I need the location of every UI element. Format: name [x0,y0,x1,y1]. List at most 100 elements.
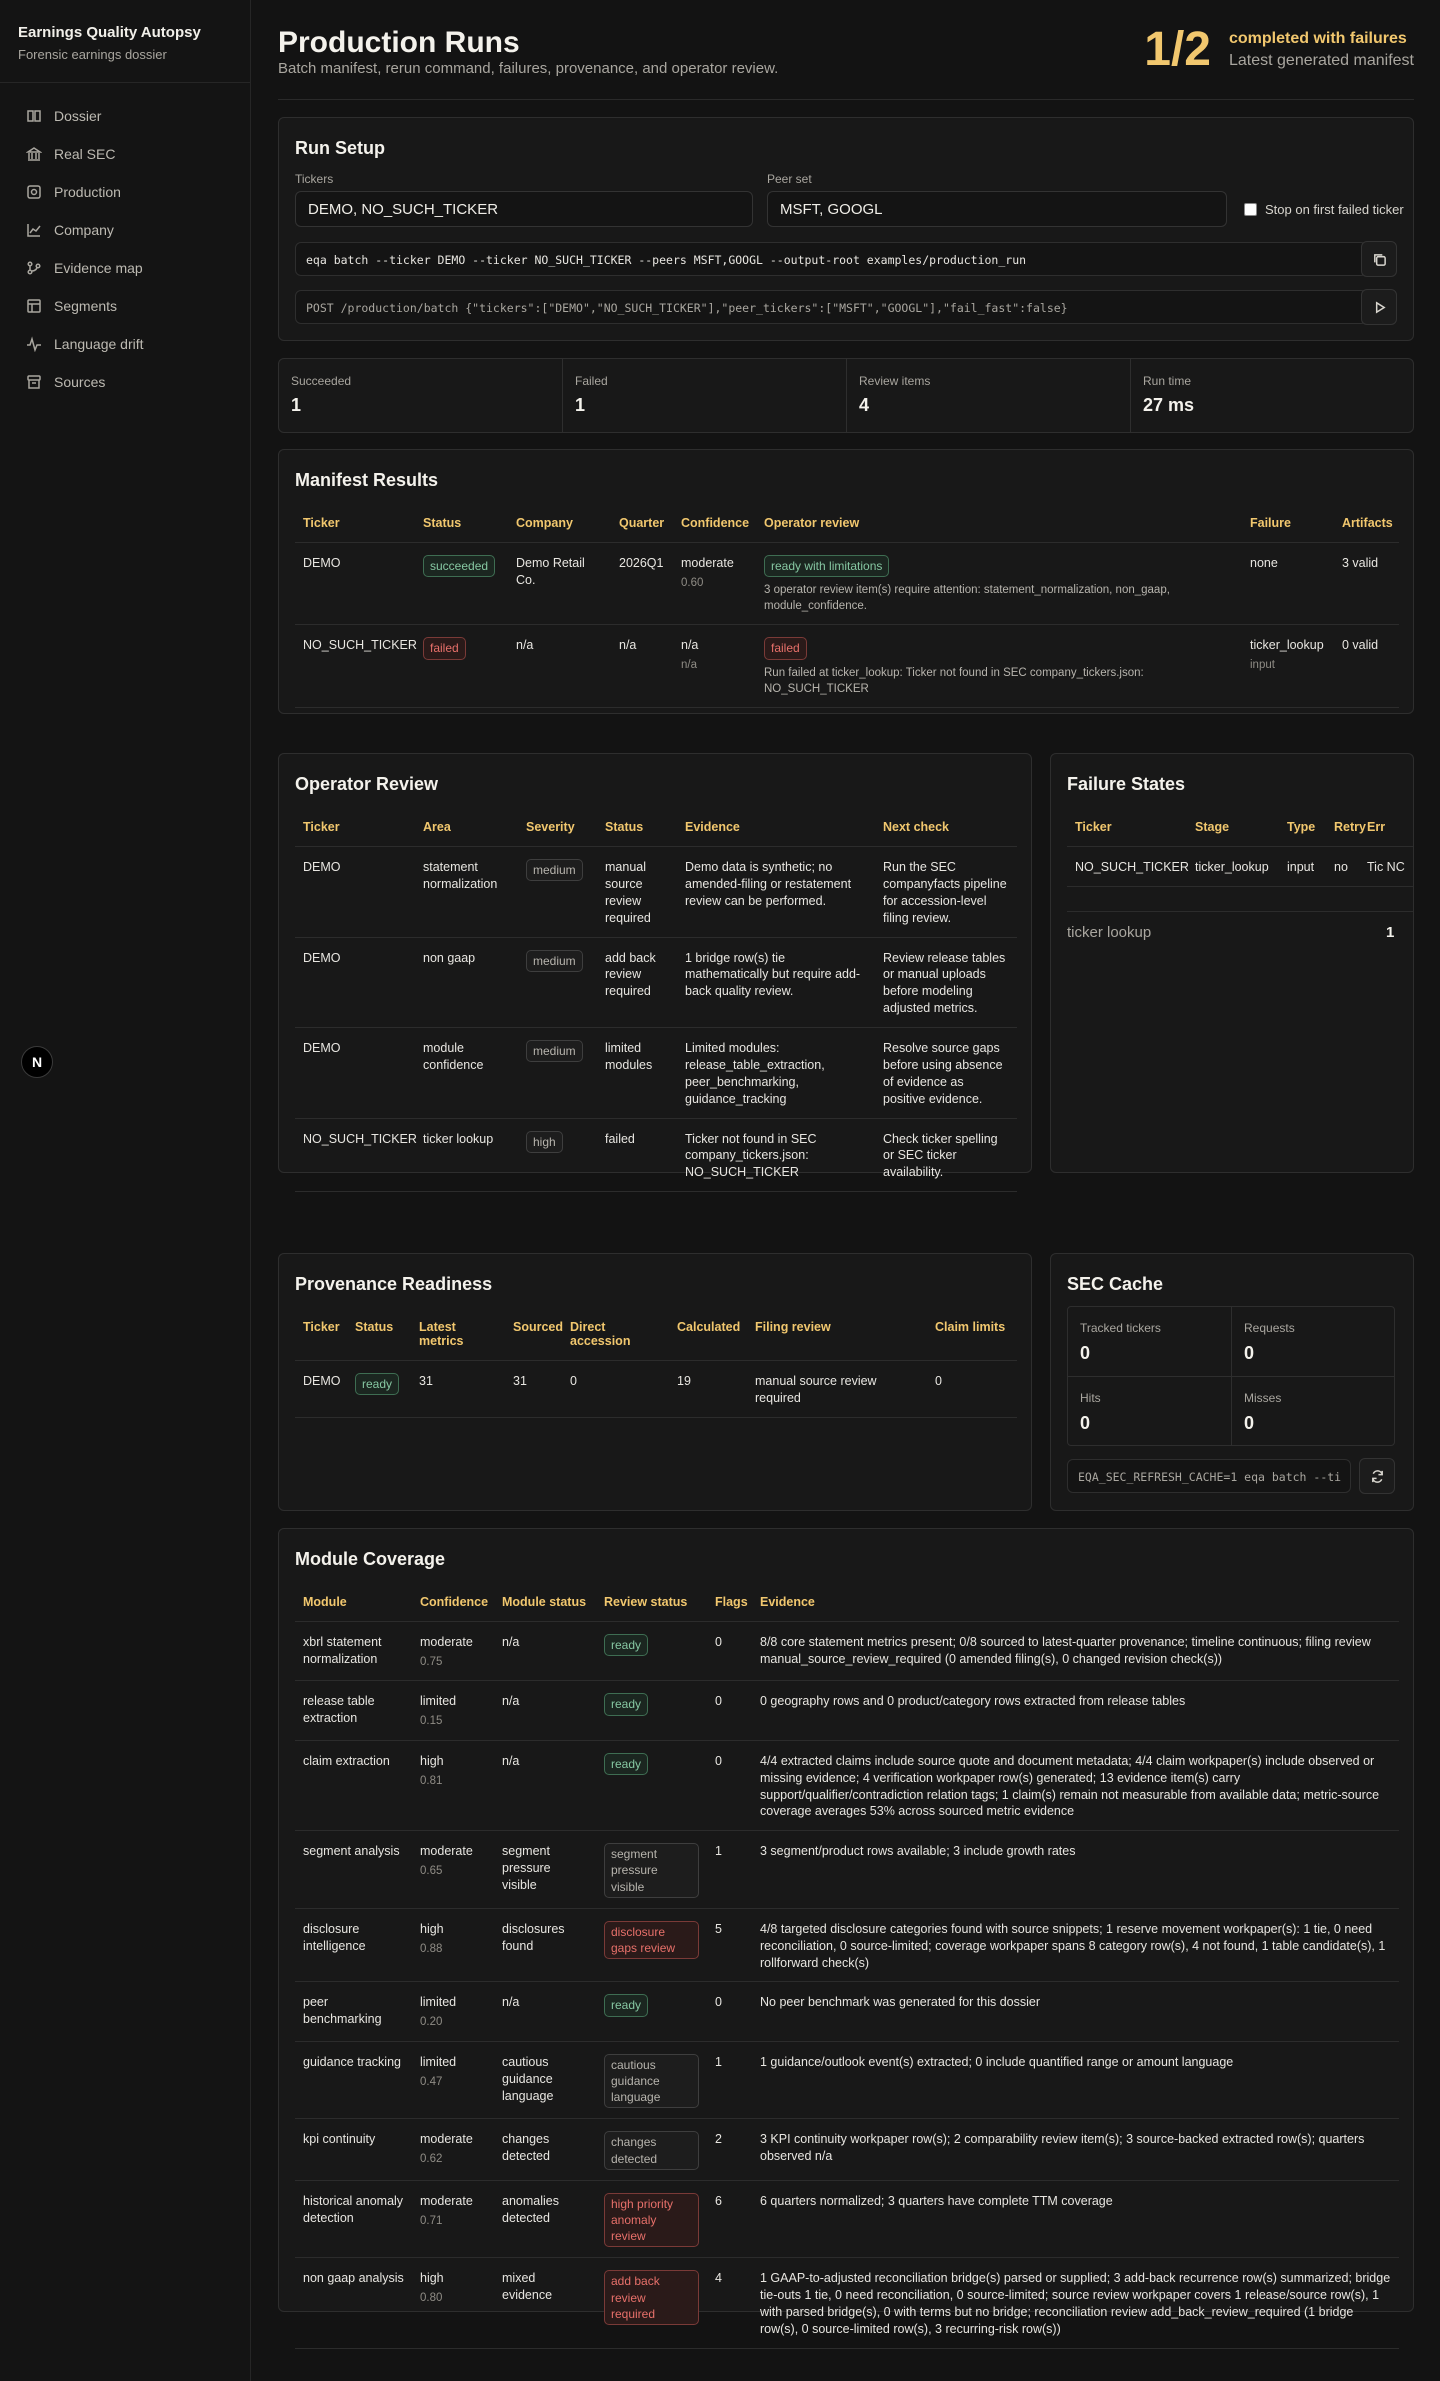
column-header: Ticker [295,1312,347,1361]
sidebar-item-evidence-map[interactable]: Evidence map [0,249,250,287]
table-row[interactable]: release table extraction limited 0.15 n/a re… [295,1680,1399,1741]
table-row[interactable]: xbrl statement normalization moderate 0.75… [295,1621,1399,1682]
flags-cell: 0 [707,1680,752,1741]
table-row[interactable]: NO_SUCH_TICKER failed n/a n/a n/a n/a fai… [295,624,1399,708]
manifest-header-row: Ticker Status Company Quarter Confidence… [295,508,1399,543]
retry-cell: no [1326,846,1359,887]
stop-on-fail-toggle[interactable]: Stop on first failed ticker [1244,202,1404,217]
table-row[interactable]: historical anomaly detection moderate 0.71… [295,2180,1399,2259]
confidence-value: limited [420,1995,457,2010]
table-row[interactable]: DEMO module confidence medium limited mo… [295,1027,1017,1119]
run-batch-button[interactable] [1361,289,1397,325]
column-header: Calculated [669,1312,747,1361]
cache-stat-value: 0 [1080,1343,1091,1363]
status-cell: limited modules [597,1027,677,1119]
module-coverage-title: Module Coverage [295,1549,446,1569]
stat-label: Failed [575,374,608,388]
column-header: Artifacts [1334,508,1399,543]
stat-label: Review items [859,374,931,388]
table-row[interactable]: non gaap analysis high 0.80 mixed evidence a… [295,2257,1399,2349]
evidence-cell: Ticker not found in SEC company_tickers.… [677,1118,875,1193]
stat-succeeded: Succeeded 1 [279,359,563,432]
cache-stat-requests: Requests 0 [1232,1307,1394,1377]
tickers-input[interactable]: DEMO, NO_SUCH_TICKER [295,191,753,227]
bank-icon [26,147,42,161]
table-row[interactable]: DEMO non gaap medium add back review req… [295,937,1017,1028]
column-header: Review status [596,1587,707,1622]
stage-cell: ticker_lookup [1187,846,1279,887]
evidence-cell: 1 bridge row(s) tie mathematically but r… [677,937,875,1028]
table-row[interactable]: kpi continuity moderate 0.62 changes detect… [295,2118,1399,2181]
peer-set-label: Peer set [767,172,812,186]
table-row[interactable]: DEMO succeeded Demo Retail Co. 2026Q1 mo… [295,542,1399,626]
cache-stat-value: 0 [1080,1413,1091,1433]
table-row[interactable]: segment analysis moderate 0.65 segment pres… [295,1830,1399,1909]
failure-value: ticker_lookup [1250,638,1324,653]
refresh-cache-button[interactable] [1359,1458,1395,1494]
cache-stat-label: Tracked tickers [1080,1321,1161,1335]
table-row[interactable]: DEMO statement normalization medium manu… [295,846,1017,938]
sidebar-item-sources[interactable]: Sources [0,363,250,401]
failure-states-title: Failure States [1067,774,1186,794]
module-name-cell: guidance tracking [295,2041,412,2120]
evidence-cell: 3 KPI continuity workpaper row(s); 2 com… [752,2118,1399,2181]
framework-badge[interactable]: N [21,1046,53,1078]
table-row[interactable]: NO_SUCH_TICKER ticker lookup high failed… [295,1118,1017,1193]
column-header: Sourced [505,1312,563,1361]
table-icon [27,299,41,313]
sidebar-item-label: Language drift [54,336,144,352]
sidebar-item-production[interactable]: Production [0,173,250,211]
status-cell: failed [597,1118,677,1193]
column-header: Err [1359,812,1413,847]
activity-icon [27,336,41,352]
evidence-cell: 4/4 extracted claims include source quot… [752,1740,1399,1832]
manifest-table: Ticker Status Company Quarter Confidence… [295,508,1399,708]
confidence-score: 0.80 [420,2292,443,2305]
cli-command[interactable]: eqa batch --ticker DEMO --ticker NO_SUCH… [295,242,1367,276]
confidence-score: 0.20 [420,2016,443,2029]
calculated-cell: 19 [669,1360,747,1418]
table-row[interactable]: guidance tracking limited 0.47 cautious gui… [295,2041,1399,2120]
operator-review-header-row: Ticker Area Severity Status Evidence Nex… [295,812,1017,847]
run-setup-title: Run Setup [295,138,385,158]
failure-states-header-row: Ticker Stage Type Retry Err [1067,812,1413,847]
module-name-cell: non gaap analysis [295,2257,412,2349]
run-summary: 1/2 completed with failures Latest gener… [1144,26,1414,74]
cache-refresh-command[interactable]: EQA_SEC_REFRESH_CACHE=1 eqa batch --ti [1067,1459,1351,1493]
status-cell: add back review required [597,937,677,1028]
sec-cache-card: SEC Cache Tracked tickers 0 Requests 0 H… [1050,1253,1414,1511]
sidebar-item-company[interactable]: Company [0,211,250,249]
ticker-cell: NO_SUCH_TICKER [1067,846,1189,887]
column-header: Stage [1187,812,1279,847]
api-command[interactable]: POST /production/batch {"tickers":["DEMO… [295,290,1367,324]
column-header: Status [347,1312,411,1361]
artifacts-cell: 0 valid [1334,624,1399,708]
column-header: Status [415,508,508,543]
failure-states-scroll[interactable]: Ticker Stage Type Retry Err NO_SUCH_TICK… [1067,812,1413,922]
copy-command-button[interactable] [1361,241,1397,277]
completion-ratio: 1/2 [1144,23,1211,76]
sidebar-item-dossier[interactable]: Dossier [0,97,250,135]
ticker-cell: DEMO [295,846,415,938]
review-status-badge: disclosure gaps review [604,1920,699,1960]
review-badge: ready with limitations [764,555,890,578]
confidence-value: high [420,1921,444,1936]
stop-on-fail-checkbox[interactable] [1244,203,1257,216]
sidebar-item-segments[interactable]: Segments [0,287,250,325]
table-row[interactable]: NO_SUCH_TICKER ticker_lookup input no Ti… [1067,846,1413,887]
confidence-score: n/a [681,659,697,672]
page-subtitle: Batch manifest, rerun command, failures,… [278,60,779,77]
cache-stat-label: Requests [1244,1321,1295,1335]
module-header-row: Module Confidence Module status Review s… [295,1587,1399,1622]
sidebar-item-real-sec[interactable]: Real SEC [0,135,250,173]
ticker-cell: DEMO [295,542,415,626]
table-row[interactable]: disclosure intelligence high 0.88 disclosur… [295,1908,1399,1983]
table-row[interactable]: peer benchmarking limited 0.20 n/a ready 0 No … [295,1981,1399,2042]
sidebar-item-label: Sources [54,374,106,390]
peer-set-input[interactable]: MSFT, GOOGL [767,191,1227,227]
table-row[interactable]: claim extraction high 0.81 n/a ready 0 4/4 ext… [295,1740,1399,1832]
sidebar-item-language-drift[interactable]: Language drift [0,325,250,363]
table-row[interactable]: DEMO ready 31 31 0 19 manual source revi… [295,1360,1017,1418]
confidence-score: 0.47 [420,2075,443,2088]
evidence-cell: 0 geography rows and 0 product/category … [752,1680,1399,1741]
